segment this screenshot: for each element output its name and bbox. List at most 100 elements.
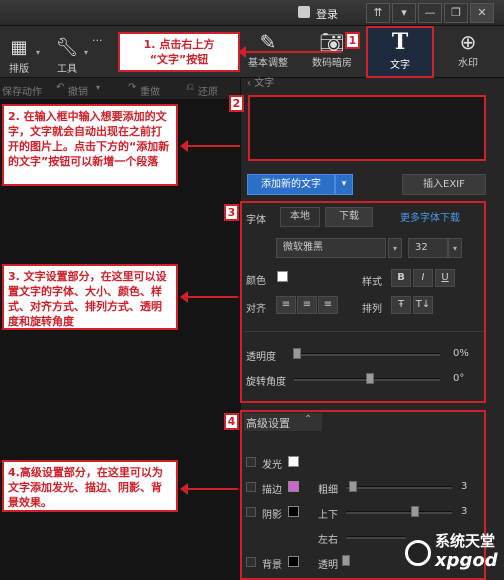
tab-watermark-label: 水印 [458, 58, 478, 69]
section-title: ‹ 文字 [247, 78, 275, 89]
background-label: 背景 [262, 560, 282, 571]
opacity-label: 透明度 [246, 352, 276, 363]
annotation-1-number: 1 [345, 32, 360, 49]
watermark-icon: ⊕ [459, 30, 477, 54]
save-action-button[interactable]: 保存动作 [2, 83, 42, 98]
add-text-dropdown[interactable]: ▾ [335, 174, 353, 195]
thickness-label: 粗细 [318, 485, 338, 496]
rotation-slider-knob[interactable] [366, 373, 374, 384]
stroke-checkbox[interactable] [246, 482, 256, 492]
annotation-2: 2. 在输入框中输入想要添加的文字，文字就会自动出现在之前打开的图片上。点击下方… [2, 104, 178, 186]
bg-opacity-slider-knob[interactable] [342, 555, 350, 566]
advanced-settings-title: 高级设置 [246, 417, 290, 430]
menu-button[interactable]: ▾ [392, 3, 416, 23]
logo-circle-icon [405, 540, 431, 566]
title-bar: 登录 ⇈ ▾ — ❐ ✕ [0, 0, 504, 26]
tab-local-fonts[interactable]: 本地 [280, 207, 320, 227]
align-label: 对齐 [246, 304, 266, 315]
divider [244, 331, 484, 332]
site-logo: 系统天堂 xpgod [405, 530, 501, 578]
align-right-button[interactable]: ≡ [318, 296, 338, 314]
align-center-button[interactable]: ≡ [297, 296, 317, 314]
font-size-select[interactable]: 32 [408, 238, 448, 258]
align-left-button[interactable]: ≡ [276, 296, 296, 314]
undo-icon[interactable]: ↶ [56, 82, 64, 93]
tools-dropdown-icon[interactable]: ▾ [84, 48, 88, 57]
maximize-button[interactable]: ❐ [444, 3, 468, 23]
font-family-select[interactable]: 微软雅黑 [276, 238, 386, 258]
wrench-icon: 🔧︎ [55, 37, 79, 58]
tab-text-label: 文字 [390, 60, 410, 71]
thickness-slider[interactable] [346, 486, 452, 489]
insert-exif-button[interactable]: 插入EXIF [402, 174, 486, 195]
undo-button[interactable]: 撤销 [68, 83, 88, 98]
more-fonts-link[interactable]: 更多字体下载 [400, 209, 460, 224]
bg-opacity-label: 透明 [318, 560, 338, 571]
redo-button[interactable]: 重做 [140, 83, 160, 98]
close-button[interactable]: ✕ [470, 3, 494, 23]
glow-color-swatch[interactable] [288, 456, 299, 467]
annotation-3-number: 3 [224, 204, 239, 221]
redo-icon[interactable]: ↷ [128, 82, 136, 93]
font-family-dropdown-icon[interactable]: ▾ [388, 238, 402, 258]
italic-button[interactable]: I [413, 269, 433, 287]
tab-download-fonts[interactable]: 下载 [325, 207, 373, 227]
layout-dropdown-icon[interactable]: ▾ [36, 48, 40, 57]
updown-slider-knob[interactable] [411, 506, 419, 517]
leftright-label: 左右 [318, 535, 338, 546]
leftright-slider[interactable] [346, 536, 406, 539]
underline-button[interactable]: U [435, 269, 455, 287]
add-text-button[interactable]: 添加新的文字 [247, 174, 335, 195]
undo-dropdown-icon[interactable]: ▾ [96, 83, 100, 92]
font-label: 字体 [246, 215, 266, 226]
tools-tool[interactable]: 🔧︎ 工具 [52, 36, 82, 75]
glow-checkbox[interactable] [246, 457, 256, 467]
text-icon: T [391, 29, 409, 55]
opacity-slider[interactable] [294, 353, 440, 356]
thickness-slider-knob[interactable] [349, 481, 357, 492]
logo-site-text: xpgod [435, 550, 498, 571]
annotation-4: 4.高级设置部分，在这里可以为文字添加发光、描边、阴影、背景效果。 [2, 460, 178, 512]
layout-tool[interactable]: ▦ 排版 [4, 36, 34, 75]
updown-value: 3 [461, 506, 468, 517]
bold-button[interactable]: B [391, 269, 411, 287]
shadow-label: 阴影 [262, 510, 282, 521]
style-label: 样式 [362, 277, 382, 288]
color-label: 颜色 [246, 276, 266, 287]
rotation-value: 0° [453, 373, 465, 384]
vertical-text-button[interactable]: T↓ [413, 296, 433, 314]
collapse-icon[interactable]: ⌃ [304, 414, 312, 425]
up-button[interactable]: ⇈ [366, 3, 390, 23]
text-color-swatch[interactable] [277, 271, 288, 282]
tab-watermark[interactable]: ⊕ 水印 [440, 30, 496, 74]
background-checkbox[interactable] [246, 557, 256, 567]
minimize-button[interactable]: — [418, 3, 442, 23]
background-color-swatch[interactable] [288, 556, 299, 567]
opacity-slider-knob[interactable] [293, 348, 301, 359]
more-button[interactable]: ··· [92, 34, 103, 47]
tab-digital-darkroom-label: 数码暗房 [312, 58, 352, 69]
restore-icon[interactable]: ⎌ [186, 82, 194, 93]
annotation-4-arrow [180, 483, 238, 495]
thickness-value: 3 [461, 481, 468, 492]
login-link[interactable]: 登录 [316, 6, 338, 22]
tab-basic-adjust-label: 基本调整 [248, 58, 288, 69]
annotation-3-arrow [180, 291, 238, 303]
font-size-dropdown-icon[interactable]: ▾ [448, 238, 462, 258]
glow-label: 发光 [262, 460, 282, 471]
text-input[interactable] [248, 95, 486, 161]
logo-brand-text: 系统天堂 [435, 532, 496, 550]
layout-label: 排版 [9, 64, 29, 75]
shadow-color-swatch[interactable] [288, 506, 299, 517]
shadow-checkbox[interactable] [246, 507, 256, 517]
horizontal-text-button[interactable]: Ŧ [391, 296, 411, 314]
updown-slider[interactable] [346, 511, 452, 514]
annotation-2-arrow [180, 140, 240, 152]
updown-label: 上下 [318, 510, 338, 521]
annotation-1: 1. 点击右上方 “文字”按钮 [118, 32, 240, 72]
stroke-color-swatch[interactable] [288, 481, 299, 492]
opacity-value: 0% [453, 348, 469, 359]
tab-text[interactable]: T 文字 [366, 26, 434, 78]
rotation-label: 旋转角度 [246, 377, 286, 388]
restore-button[interactable]: 还原 [198, 83, 218, 98]
